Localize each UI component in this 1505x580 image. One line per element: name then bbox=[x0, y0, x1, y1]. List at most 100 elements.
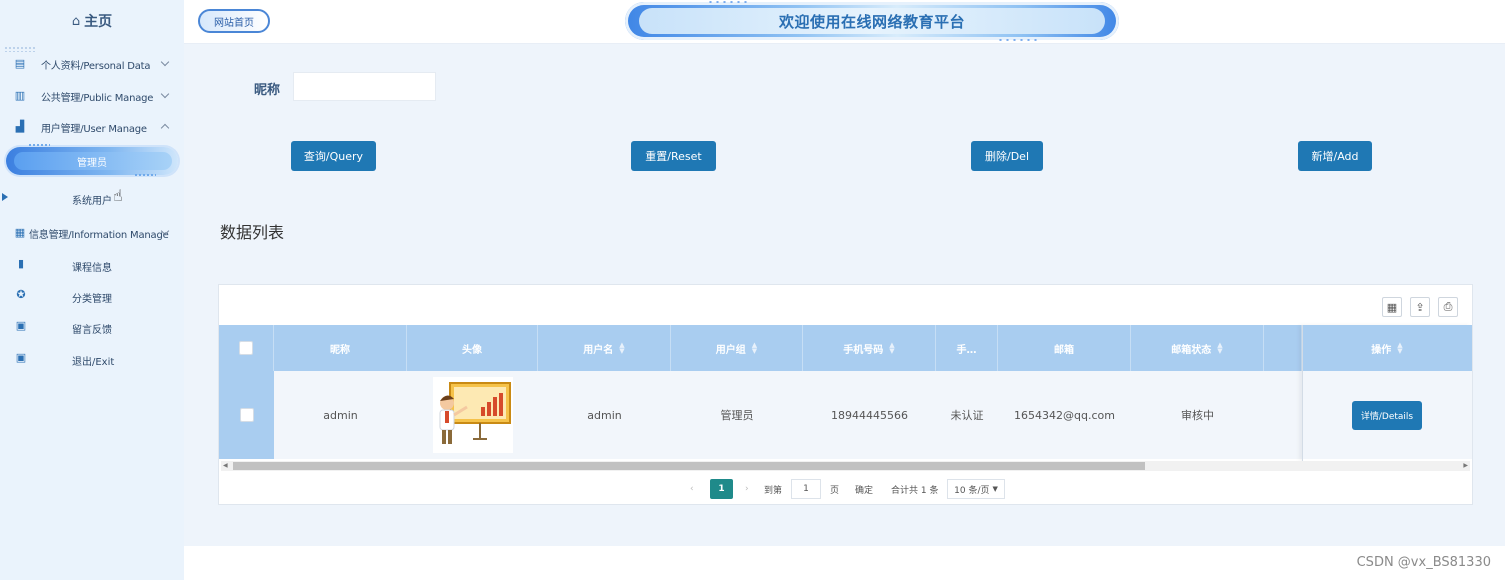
data-table-panel: ▦ ⇪ ⎙ 昵称 头像 用户名 ▲ ▼ 用户组 ▲ ▼ 手机号码 ▲ ▼ 手… 邮箱 bbox=[218, 284, 1473, 505]
column-header-nickname: 昵称 bbox=[274, 325, 407, 371]
sidebar-subitem-admin[interactable]: 管理员 bbox=[6, 143, 178, 177]
sidebar-subitem-label: 退出/Exit bbox=[72, 357, 115, 368]
chevron-up-icon bbox=[160, 123, 170, 133]
home-icon: ⌂ bbox=[71, 13, 81, 29]
sidebar-subitem-label: 管理员 bbox=[77, 158, 107, 169]
fixed-operations-column bbox=[1302, 325, 1472, 461]
reset-button[interactable]: 重置/Reset bbox=[631, 141, 716, 171]
sort-icon[interactable]: ▲ ▼ bbox=[1217, 342, 1222, 355]
add-button[interactable]: 新增/Add bbox=[1298, 141, 1372, 171]
delete-button[interactable]: 删除/Del bbox=[971, 141, 1043, 171]
column-label: 手… bbox=[956, 344, 977, 356]
confirm-page-button[interactable]: 确定 bbox=[848, 479, 880, 499]
sidebar-item-public-manage[interactable]: ▥ 公共管理/Public Manage bbox=[0, 84, 184, 108]
chevron-down-icon bbox=[160, 57, 170, 67]
sidebar-item-user-manage[interactable]: ▟ 用户管理/User Manage bbox=[0, 115, 184, 139]
select-all-checkbox[interactable] bbox=[239, 341, 253, 355]
watermark: CSDN @vx_BS81330 bbox=[1356, 555, 1491, 570]
row-select-cell bbox=[219, 371, 274, 459]
column-header-phone-status: 手… bbox=[936, 325, 998, 371]
users-icon: ▟ bbox=[15, 120, 25, 133]
cell-phone-status: 未认证 bbox=[950, 409, 984, 422]
sidebar-subitem-exit[interactable]: ▣ 退出/Exit bbox=[0, 347, 184, 371]
footer-strip bbox=[184, 546, 1505, 580]
export-icon[interactable]: ⇪ bbox=[1410, 297, 1430, 317]
sidebar-item-label: 信息管理/Information Manage bbox=[29, 229, 169, 241]
column-label: 头像 bbox=[462, 344, 482, 356]
sidebar-subitem-label: 留言反馈 bbox=[72, 325, 112, 336]
sidebar: ⌂ 主页 ▤ 个人资料/Personal Data ▥ 公共管理/Public … bbox=[0, 0, 184, 580]
calendar-check-icon: ▣ bbox=[15, 351, 27, 364]
horizontal-scrollbar[interactable]: ◀ ▶ bbox=[221, 461, 1470, 471]
pagination: ‹ 1 › 到第 1 页 确定 合计共 1 条 10 条/页 ▼ bbox=[218, 474, 1473, 504]
goto-label: 到第 bbox=[764, 485, 783, 496]
table-row: admin admin 管理员 18944445566 未认证 1654342@… bbox=[219, 371, 1472, 459]
cell-user-group: 管理员 bbox=[720, 409, 754, 422]
sidebar-subitem-system-user[interactable]: 系统用户 bbox=[0, 186, 184, 210]
sort-icon[interactable]: ▲ ▼ bbox=[619, 342, 624, 355]
calendar-icon: ▣ bbox=[15, 319, 27, 332]
columns-icon[interactable]: ▦ bbox=[1382, 297, 1402, 317]
bookmark-icon: ▮ bbox=[17, 257, 25, 270]
badge-icon: ✪ bbox=[16, 288, 26, 301]
sidebar-item-label: 个人资料/Personal Data bbox=[41, 60, 151, 72]
sort-icon[interactable]: ▲ ▼ bbox=[752, 342, 757, 355]
site-home-label: 网站首页 bbox=[214, 17, 254, 29]
sort-icon[interactable]: ▲ ▼ bbox=[889, 342, 894, 355]
pointer-cursor-icon: ☝ bbox=[113, 186, 123, 205]
cell-email: 1654342@qq.com bbox=[1014, 408, 1115, 422]
goto-page-input[interactable]: 1 bbox=[791, 479, 821, 499]
column-header-phone[interactable]: 手机号码 ▲ ▼ bbox=[803, 325, 936, 371]
column-header-email-status[interactable]: 邮箱状态 ▲ ▼ bbox=[1131, 325, 1264, 371]
top-bar: 网站首页 欢迎使用在线网络教育平台 bbox=[184, 0, 1505, 44]
sidebar-item-personal-data[interactable]: ▤ 个人资料/Personal Data bbox=[0, 52, 184, 76]
sidebar-item-label: 公共管理/Public Manage bbox=[41, 92, 154, 104]
column-label: 邮箱状态 bbox=[1171, 344, 1212, 356]
sidebar-item-label: 用户管理/User Manage bbox=[41, 123, 147, 135]
column-header-avatar: 头像 bbox=[407, 325, 538, 371]
decorative-dots bbox=[28, 143, 50, 147]
query-button[interactable]: 查询/Query bbox=[291, 141, 376, 171]
prev-page-icon[interactable]: ‹ bbox=[690, 479, 694, 499]
document-icon: ▤ bbox=[14, 57, 26, 70]
clipboard-icon: ▥ bbox=[14, 89, 26, 102]
column-label: 邮箱 bbox=[1054, 344, 1074, 356]
scroll-right-icon[interactable]: ▶ bbox=[1463, 462, 1468, 469]
sidebar-subitem-label: 分类管理 bbox=[72, 294, 112, 305]
sidebar-home-label: 主页 bbox=[84, 14, 113, 30]
cell-phone: 18944445566 bbox=[831, 408, 908, 422]
column-header-username[interactable]: 用户名 ▲ ▼ bbox=[538, 325, 671, 371]
cell-nickname: admin bbox=[323, 408, 358, 422]
nickname-search-input[interactable] bbox=[293, 72, 436, 101]
chevron-down-icon: ▼ bbox=[992, 485, 998, 493]
cell-email-status: 审核中 bbox=[1181, 409, 1214, 422]
scroll-left-icon[interactable]: ◀ bbox=[223, 462, 228, 469]
header-select-all bbox=[219, 325, 274, 371]
page-size-value: 10 条/页 bbox=[954, 485, 990, 496]
cell-avatar bbox=[407, 371, 538, 459]
total-count: 合计共 1 条 bbox=[891, 485, 939, 496]
decorative-dots bbox=[707, 0, 747, 4]
scrollbar-thumb[interactable] bbox=[233, 462, 1145, 470]
page-unit-label: 页 bbox=[830, 485, 840, 496]
next-page-icon[interactable]: › bbox=[745, 479, 749, 499]
current-page-button[interactable]: 1 bbox=[710, 479, 733, 499]
site-home-link[interactable]: 网站首页 bbox=[198, 9, 270, 33]
chart-icon: ▦ bbox=[14, 226, 26, 239]
sidebar-home[interactable]: ⌂ 主页 bbox=[0, 0, 184, 42]
cell-username: admin bbox=[587, 408, 622, 422]
sidebar-subitem-category[interactable]: ✪ 分类管理 bbox=[0, 284, 184, 308]
column-header-user-group[interactable]: 用户组 ▲ ▼ bbox=[671, 325, 803, 371]
column-label: 昵称 bbox=[330, 344, 350, 356]
avatar-image bbox=[432, 377, 513, 453]
nickname-label: 昵称 bbox=[254, 83, 281, 98]
sidebar-subitem-feedback[interactable]: ▣ 留言反馈 bbox=[0, 315, 184, 339]
print-icon[interactable]: ⎙ bbox=[1438, 297, 1458, 317]
sidebar-item-information-manage[interactable]: ▦ 信息管理/Information Manage bbox=[0, 221, 184, 245]
welcome-banner: 欢迎使用在线网络教育平台 bbox=[625, 0, 1119, 42]
decorative-dots bbox=[997, 38, 1037, 42]
page-size-select[interactable]: 10 条/页 ▼ bbox=[947, 479, 1005, 499]
row-checkbox[interactable] bbox=[239, 408, 254, 422]
banner-title: 欢迎使用在线网络教育平台 bbox=[639, 8, 1105, 34]
sidebar-subitem-course[interactable]: ▮ 课程信息 bbox=[0, 253, 184, 277]
